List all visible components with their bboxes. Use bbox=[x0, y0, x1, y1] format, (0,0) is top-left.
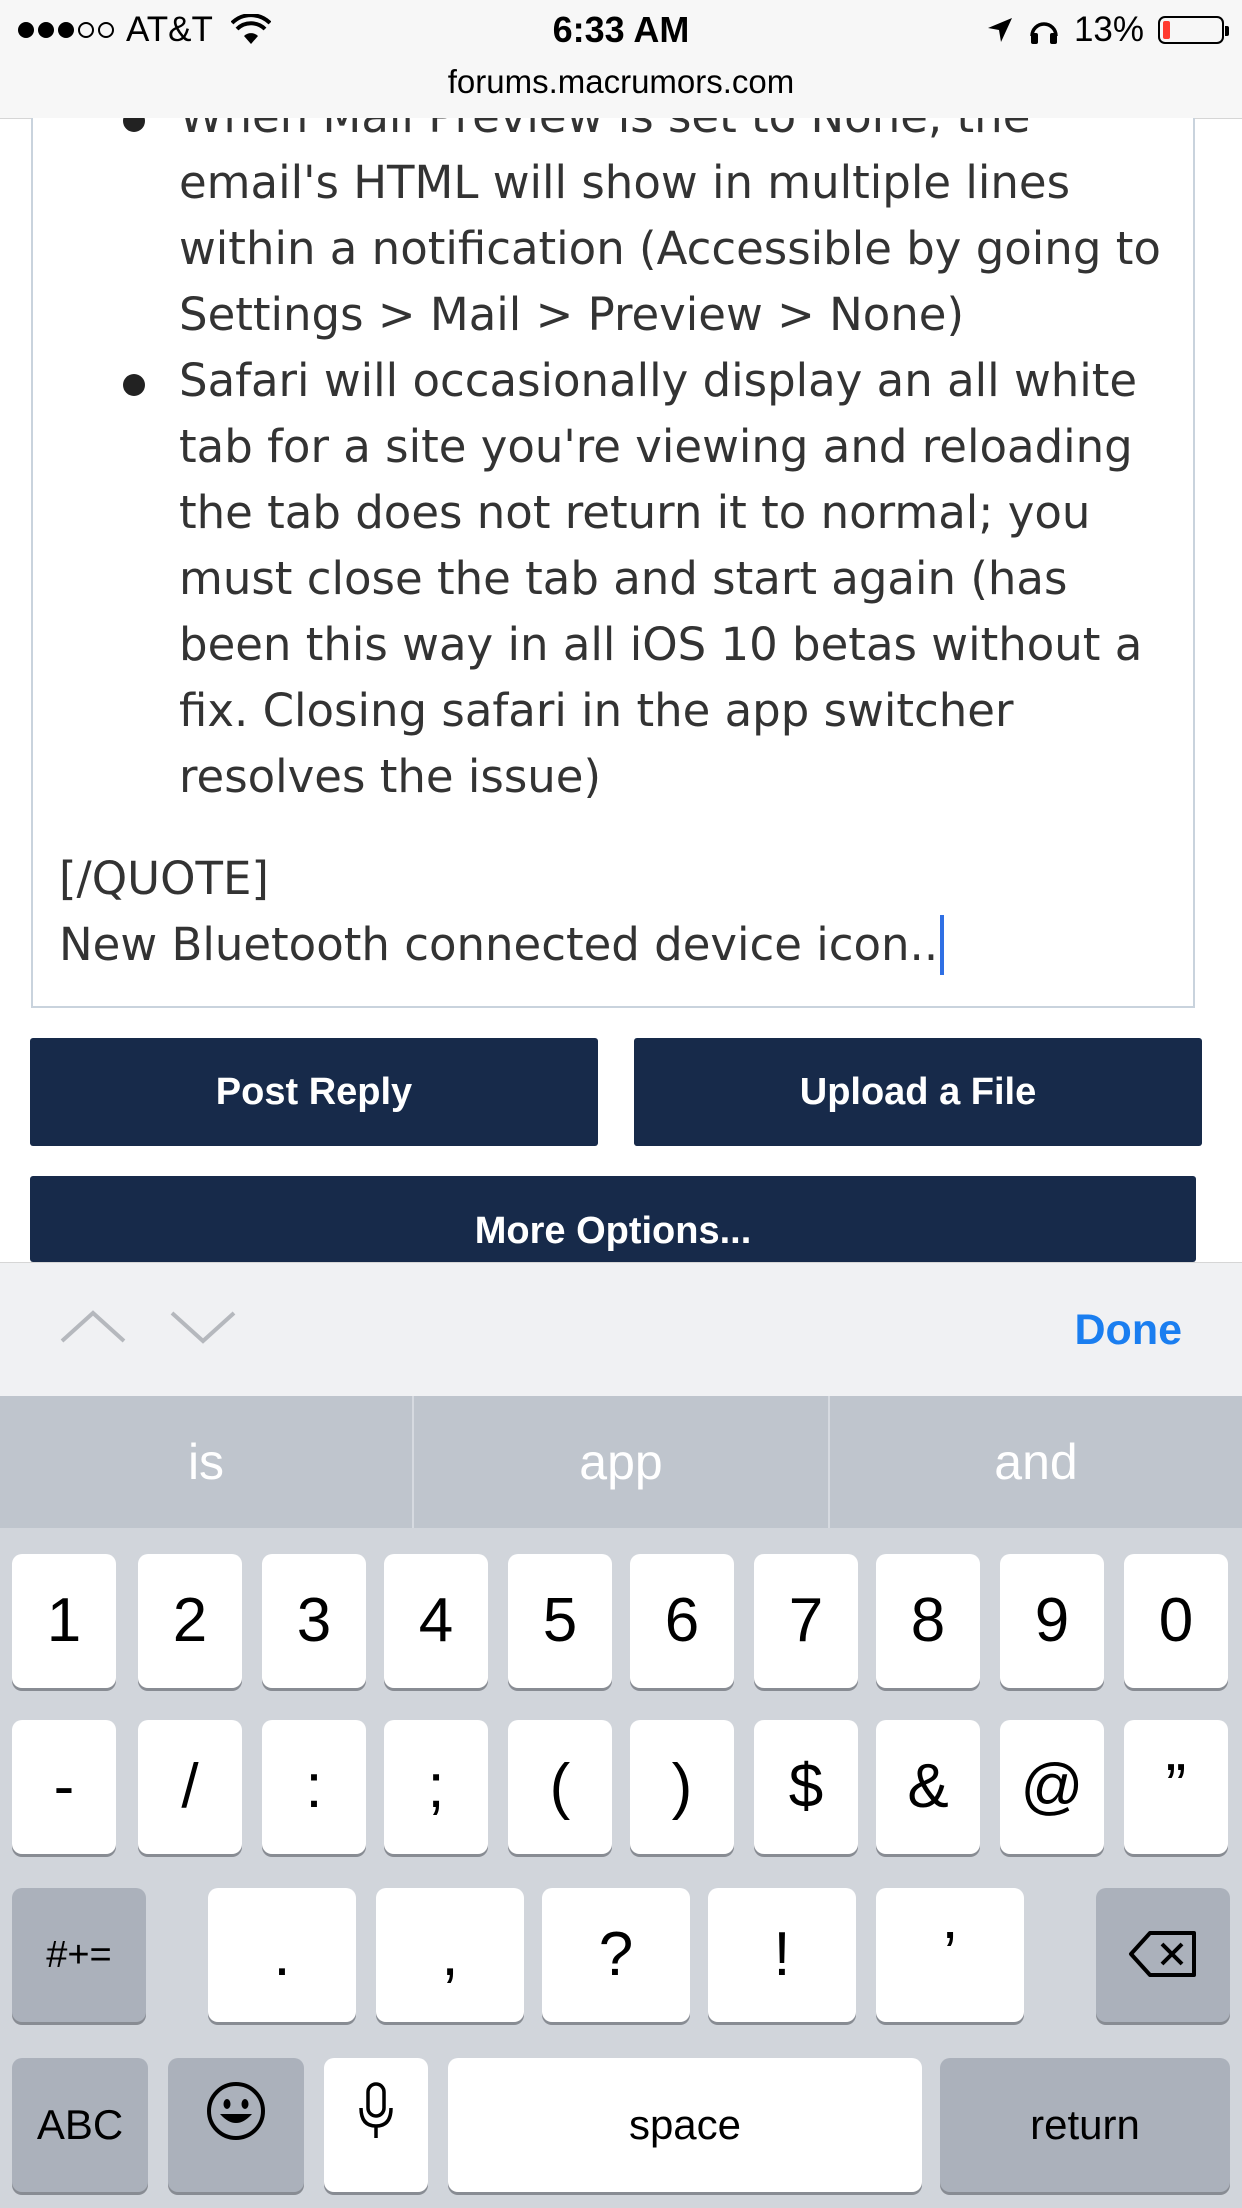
return-key[interactable]: return bbox=[940, 2058, 1230, 2192]
predictive-bar: is app and bbox=[0, 1396, 1242, 1528]
bullet-icon bbox=[123, 118, 145, 132]
key-quote[interactable]: ” bbox=[1124, 1720, 1228, 1854]
key-1[interactable]: 1 bbox=[12, 1554, 116, 1688]
emoji-icon bbox=[205, 2061, 267, 2195]
bullet-text: When Mail Preview is set to None, the em… bbox=[179, 118, 1161, 341]
bullet-icon bbox=[123, 374, 145, 396]
prediction-3[interactable]: and bbox=[830, 1396, 1242, 1528]
key-dollar[interactable]: $ bbox=[754, 1720, 858, 1854]
microphone-icon bbox=[356, 2061, 396, 2195]
chevron-up-icon[interactable] bbox=[58, 1303, 128, 1353]
key-more-symbols[interactable]: #+= bbox=[12, 1888, 146, 2022]
key-period[interactable]: . bbox=[208, 1888, 356, 2022]
list-item: Safari will occasionally display an all … bbox=[33, 348, 1189, 810]
status-right: 13% bbox=[986, 8, 1229, 52]
quoted-bullet-list: When Mail Preview is set to None, the em… bbox=[33, 118, 1189, 810]
key-ampersand[interactable]: & bbox=[876, 1720, 980, 1854]
battery-percent: 13% bbox=[1073, 10, 1144, 49]
key-7[interactable]: 7 bbox=[754, 1554, 858, 1688]
key-8[interactable]: 8 bbox=[876, 1554, 980, 1688]
key-hyphen[interactable]: - bbox=[12, 1720, 116, 1854]
battery-icon bbox=[1158, 16, 1229, 44]
key-9[interactable]: 9 bbox=[1000, 1554, 1104, 1688]
key-at[interactable]: @ bbox=[1000, 1720, 1104, 1854]
done-button[interactable]: Done bbox=[1075, 1263, 1183, 1397]
more-options-button[interactable]: More Options... bbox=[30, 1176, 1196, 1262]
quote-close-tag: [/QUOTE] bbox=[59, 852, 269, 905]
keyboard-accessory-bar: Done bbox=[0, 1262, 1242, 1397]
key-apostrophe[interactable]: ’ bbox=[876, 1888, 1024, 2022]
emoji-key[interactable] bbox=[168, 2058, 304, 2192]
reply-text-line[interactable]: New Bluetooth connected device icon.. bbox=[59, 915, 945, 975]
key-semicolon[interactable]: ; bbox=[384, 1720, 488, 1854]
prediction-2[interactable]: app bbox=[414, 1396, 828, 1528]
key-3[interactable]: 3 bbox=[262, 1554, 366, 1688]
key-colon[interactable]: : bbox=[262, 1720, 366, 1854]
key-exclamation[interactable]: ! bbox=[708, 1888, 856, 2022]
key-slash[interactable]: / bbox=[138, 1720, 242, 1854]
key-comma[interactable]: , bbox=[376, 1888, 524, 2022]
address-bar-url[interactable]: forums.macrumors.com bbox=[0, 58, 1242, 106]
prediction-1[interactable]: is bbox=[0, 1396, 412, 1528]
key-question[interactable]: ? bbox=[542, 1888, 690, 2022]
key-open-paren[interactable]: ( bbox=[508, 1720, 612, 1854]
key-close-paren[interactable]: ) bbox=[630, 1720, 734, 1854]
chevron-down-icon[interactable] bbox=[168, 1303, 238, 1353]
key-abc[interactable]: ABC bbox=[12, 2058, 148, 2192]
keyboard: is app and 1 2 3 4 5 6 7 8 9 0 - / : ; (… bbox=[0, 1396, 1242, 2208]
text-caret bbox=[940, 915, 945, 975]
post-reply-button[interactable]: Post Reply bbox=[30, 1038, 598, 1146]
key-0[interactable]: 0 bbox=[1124, 1554, 1228, 1688]
headphones-icon bbox=[1028, 14, 1060, 46]
reply-editor[interactable]: When Mail Preview is set to None, the em… bbox=[31, 118, 1195, 1008]
space-key[interactable]: space bbox=[448, 2058, 922, 2192]
list-item: When Mail Preview is set to None, the em… bbox=[33, 118, 1189, 348]
dictation-key[interactable] bbox=[324, 2058, 428, 2192]
upload-file-button[interactable]: Upload a File bbox=[634, 1038, 1202, 1146]
key-2[interactable]: 2 bbox=[138, 1554, 242, 1688]
bullet-text: Safari will occasionally display an all … bbox=[179, 354, 1143, 803]
key-6[interactable]: 6 bbox=[630, 1554, 734, 1688]
key-5[interactable]: 5 bbox=[508, 1554, 612, 1688]
status-bar: AT&T 6:33 AM 13% forums.macrumors.com bbox=[0, 0, 1242, 119]
delete-key[interactable] bbox=[1096, 1888, 1230, 2022]
backspace-icon bbox=[1128, 1892, 1198, 2026]
location-arrow-icon bbox=[986, 16, 1014, 44]
key-4[interactable]: 4 bbox=[384, 1554, 488, 1688]
reply-text: New Bluetooth connected device icon.. bbox=[59, 918, 939, 971]
